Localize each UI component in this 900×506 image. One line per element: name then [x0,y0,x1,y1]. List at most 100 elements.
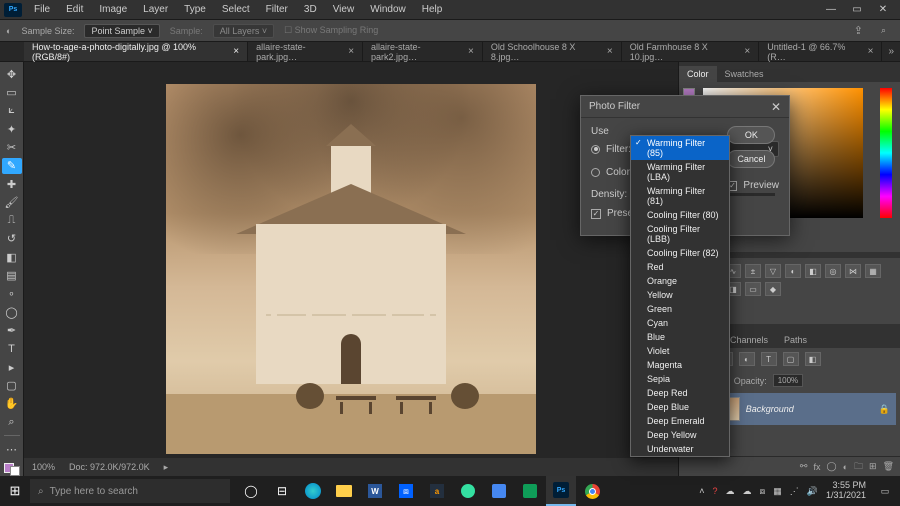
chrome-icon[interactable] [577,476,607,506]
doc-tab-0[interactable]: How-to-age-a-photo-digitally.jpg @ 100% … [24,42,248,61]
color-swatch[interactable] [4,463,20,476]
menu-image[interactable]: Image [91,2,135,17]
dialog-close-button[interactable]: ✕ [771,100,781,114]
menu-select[interactable]: Select [214,2,258,17]
adj-lookup-icon[interactable]: ▦ [865,264,881,278]
hue-slider[interactable] [880,88,892,218]
adj-gradient-map-icon[interactable]: ▭ [745,282,761,296]
search-icon[interactable]: ⌕ [881,25,886,36]
filter-option[interactable]: Deep Red [631,386,729,400]
layer-mask-icon[interactable]: ◯ [826,461,836,472]
app-blue-icon[interactable] [484,476,514,506]
pen-tool[interactable]: ✒ [2,322,22,338]
show-sampling-ring-checkbox[interactable]: ☐ Show Sampling Ring [284,25,378,36]
link-layers-icon[interactable]: ⚯ [800,461,808,472]
adj-vibrance-icon[interactable]: ▽ [765,264,781,278]
cancel-button[interactable]: Cancel [727,150,775,168]
eyedropper-tool[interactable]: ✎ [2,158,22,174]
new-adj-layer-icon[interactable]: ◐ [843,462,848,472]
stamp-tool[interactable]: ⎍ [2,213,22,229]
new-layer-icon[interactable]: ⊞ [869,461,877,472]
type-tool[interactable]: T [2,341,22,357]
edit-toolbar[interactable]: ⋯ [2,441,22,457]
tab-paths[interactable]: Paths [776,332,815,348]
filter-option[interactable]: Warming Filter (85) [631,136,729,160]
doc-tab-1[interactable]: allaire-state-park.jpg…× [248,42,363,61]
tray-cloud-icon[interactable]: ☁ [725,486,734,497]
dialog-titlebar[interactable]: Photo Filter ✕ [581,96,789,118]
marquee-tool[interactable]: ▭ [2,84,22,100]
filter-option[interactable]: Blue [631,330,729,344]
filter-option[interactable]: Sepia [631,372,729,386]
filter-option[interactable]: Deep Blue [631,400,729,414]
sample-size-dropdown[interactable]: Point Sample ˅ [84,24,159,38]
adj-bw-icon[interactable]: ◧ [805,264,821,278]
menu-3d[interactable]: 3D [296,2,325,17]
doc-tab-2[interactable]: allaire-state-park2.jpg…× [363,42,483,61]
tray-help-icon[interactable]: ? [712,486,717,496]
tab-swatches[interactable]: Swatches [717,66,772,82]
notifications-icon[interactable]: ▭ [874,480,896,502]
amazon-icon[interactable]: a [422,476,452,506]
tab-channels[interactable]: Channels [722,332,776,348]
new-group-icon[interactable]: 🗀 [854,459,863,475]
move-tool[interactable]: ✥ [2,66,22,82]
filter-option[interactable]: Underwater [631,442,729,456]
doc-tab-close-icon[interactable]: × [468,46,474,57]
ok-button[interactable]: OK [727,126,775,144]
doc-tabs-overflow[interactable]: » [882,46,900,57]
menu-filter[interactable]: Filter [258,2,296,17]
photoshop-task-icon[interactable]: Ps [546,476,576,506]
filter-option[interactable]: Deep Emerald [631,414,729,428]
zoom-tool[interactable]: ⌕ [2,414,22,430]
shape-tool[interactable]: ▢ [2,377,22,393]
filter-adj-icon[interactable]: ◐ [739,352,755,366]
filter-option[interactable]: Red [631,260,729,274]
filter-type-icon[interactable]: T [761,352,777,366]
adj-hue-icon[interactable]: ◐ [785,264,801,278]
status-more-icon[interactable]: ▸ [164,462,169,473]
menu-window[interactable]: Window [362,2,414,17]
document-canvas[interactable] [166,84,536,454]
menu-type[interactable]: Type [176,2,214,17]
tray-volume-icon[interactable]: 🔊 [807,486,818,497]
gradient-tool[interactable]: ▤ [2,267,22,283]
zoom-level[interactable]: 100% [32,462,55,472]
filter-shape-icon[interactable]: ▢ [783,352,799,366]
tray-overflow-icon[interactable]: ˄ [699,486,704,496]
filter-option[interactable]: Deep Yellow [631,428,729,442]
filter-smart-icon[interactable]: ◧ [805,352,821,366]
dropbox-icon[interactable]: ⧈ [391,476,421,506]
doc-tab-close-icon[interactable]: × [744,46,750,57]
doc-tab-3[interactable]: Old Schoolhouse 8 X 8.jpg…× [483,42,622,61]
filter-option[interactable]: Cyan [631,316,729,330]
filter-option[interactable]: Violet [631,344,729,358]
word-icon[interactable]: W [360,476,390,506]
hand-tool[interactable]: ✋ [2,396,22,412]
doc-tab-close-icon[interactable]: × [233,46,239,57]
filter-option[interactable]: Warming Filter (81) [631,184,729,208]
path-select-tool[interactable]: ▸ [2,359,22,375]
doc-tab-5[interactable]: Untitled-1 @ 66.7% (R…× [759,42,882,61]
eraser-tool[interactable]: ◧ [2,249,22,265]
edge-icon[interactable] [298,476,328,506]
layer-fx-icon[interactable]: fx [813,462,820,472]
history-brush-tool[interactable]: ↺ [2,231,22,247]
adj-photo-filter-icon[interactable]: ◎ [825,264,841,278]
filter-option[interactable]: Warming Filter (LBA) [631,160,729,184]
color-radio[interactable] [591,168,600,177]
tripadvisor-icon[interactable] [453,476,483,506]
menu-help[interactable]: Help [414,2,451,17]
delete-layer-icon[interactable]: 🗑 [883,461,894,472]
tray-onedrive-icon[interactable]: ☁ [742,486,751,497]
tray-gpu-icon[interactable]: ▦ [773,486,782,497]
lasso-tool[interactable]: ⟀ [2,103,22,119]
share-icon[interactable]: ⇪ [854,24,863,37]
opacity-field[interactable]: 100% [773,374,803,387]
cortana-icon[interactable]: ◯ [236,476,266,506]
taskbar-search[interactable]: ⌕ Type here to search [30,479,230,503]
filter-option[interactable]: Cooling Filter (80) [631,208,729,222]
preserve-luminosity-checkbox[interactable]: ✓ [591,209,601,219]
sample-dropdown[interactable]: All Layers ˅ [213,24,274,38]
maximize-button[interactable]: ▭ [850,4,864,15]
